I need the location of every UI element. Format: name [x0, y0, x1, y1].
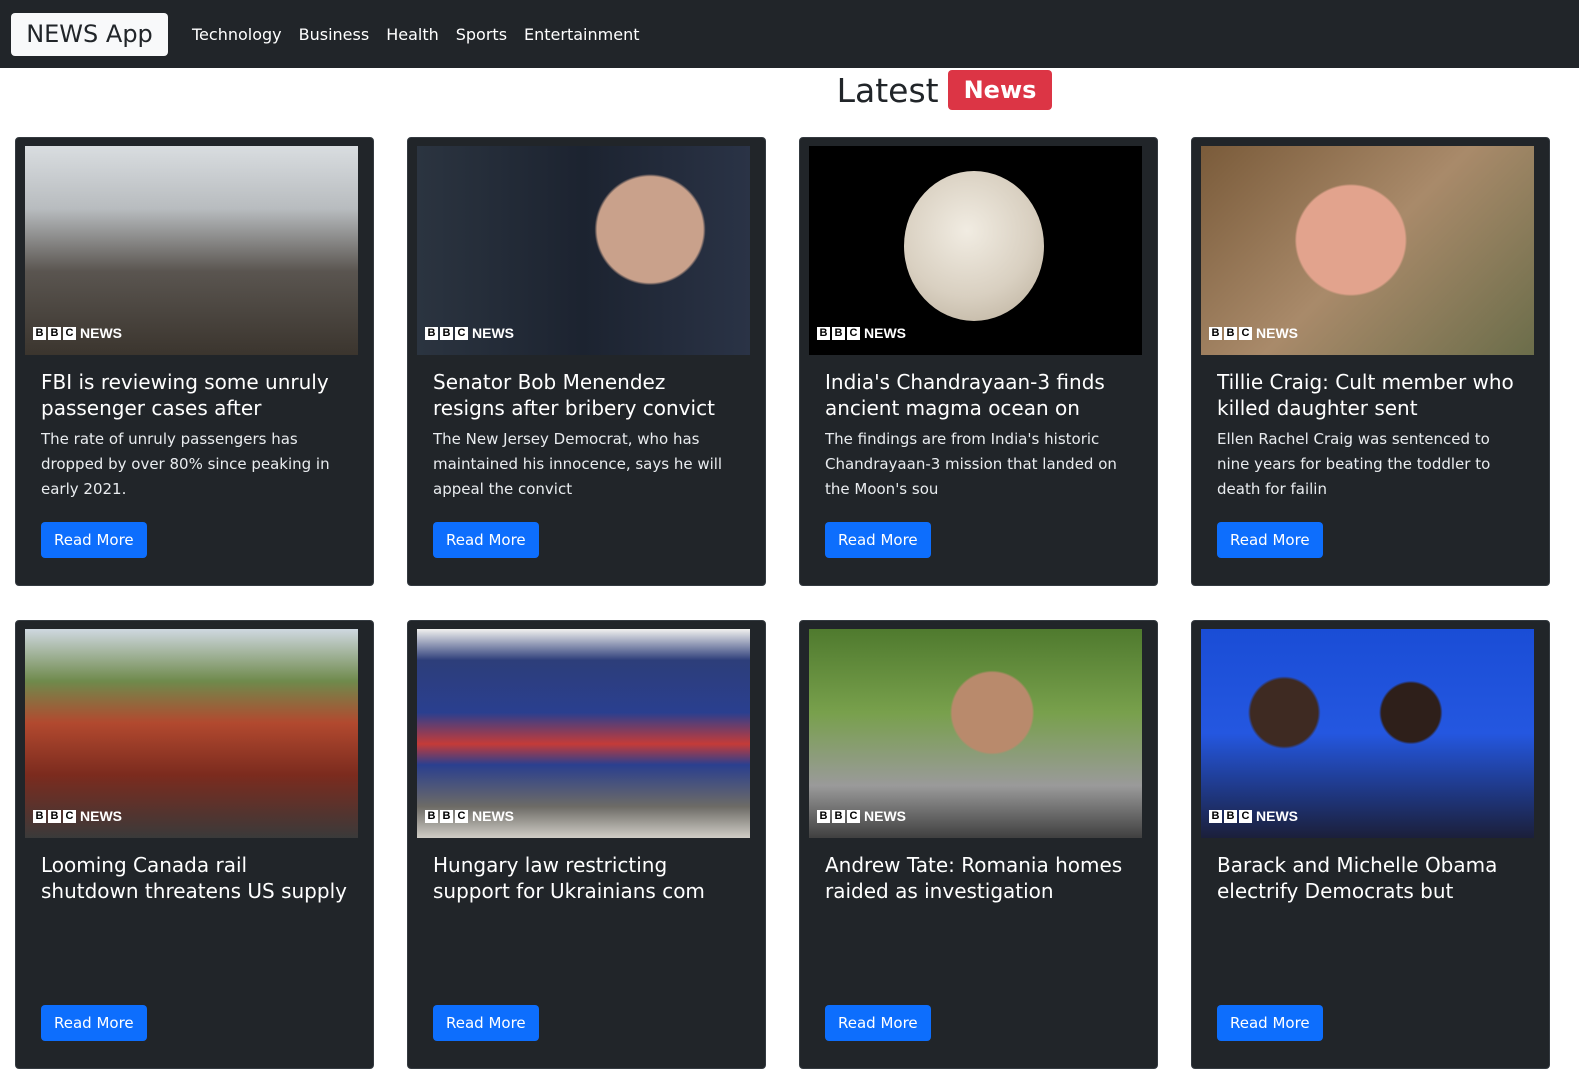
news-card-body: Looming Canada rail shutdown threatens U… — [24, 838, 365, 1041]
news-card-title: Looming Canada rail shutdown threatens U… — [41, 853, 347, 903]
news-card-title: Barack and Michelle Obama electrify Demo… — [1217, 853, 1498, 903]
news-card: B B C NEWS FBI is reviewing some unruly … — [15, 137, 374, 586]
nav-link-sports[interactable]: Sports — [456, 25, 507, 44]
news-card-title: Tillie Craig: Cult member who killed dau… — [1217, 370, 1514, 420]
news-card-image: B B C NEWS — [1201, 629, 1534, 838]
news-card-body: Hungary law restricting support for Ukra… — [416, 838, 757, 1041]
brand-logo-link[interactable]: NEWS App — [11, 12, 168, 56]
news-card-description: Ellen Rachel Craig was sentenced to nine… — [1217, 430, 1491, 498]
news-card: B B C NEWS Tillie Craig: Cult member who… — [1191, 137, 1550, 586]
page-heading: Latest News — [0, 68, 1579, 112]
nav-links: Technology Business Health Sports Entert… — [192, 25, 656, 44]
news-card-title: Hungary law restricting support for Ukra… — [433, 853, 705, 903]
news-card-image: B B C NEWS — [417, 146, 750, 355]
moon-shape — [904, 171, 1044, 321]
news-card-body: FBI is reviewing some unruly passenger c… — [24, 355, 365, 558]
news-card-body: Senator Bob Menendez resigns after bribe… — [416, 355, 757, 558]
news-card-image: B B C NEWS — [417, 629, 750, 838]
news-card-description — [1217, 910, 1524, 985]
top-navbar: NEWS App Technology Business Health Spor… — [0, 0, 1579, 68]
read-more-button[interactable]: Read More — [41, 522, 147, 558]
read-more-button[interactable]: Read More — [1217, 1005, 1323, 1041]
nav-link-technology[interactable]: Technology — [192, 25, 282, 44]
news-card-body: Tillie Craig: Cult member who killed dau… — [1200, 355, 1541, 558]
read-more-button[interactable]: Read More — [41, 1005, 147, 1041]
read-more-button[interactable]: Read More — [1217, 522, 1323, 558]
news-card-body: Barack and Michelle Obama electrify Demo… — [1200, 838, 1541, 1041]
bbc-news-logo: B B C NEWS — [1209, 325, 1298, 341]
bbc-news-logo: B B C NEWS — [425, 325, 514, 341]
news-card: B B C NEWS India's Chandrayaan-3 finds a… — [799, 137, 1158, 586]
news-card-image: B B C NEWS — [25, 629, 358, 838]
read-more-button[interactable]: Read More — [433, 1005, 539, 1041]
page-title: Latest — [836, 70, 939, 110]
bbc-news-logo: B B C NEWS — [817, 325, 906, 341]
news-card-description: The New Jersey Democrat, who has maintai… — [433, 430, 723, 498]
read-more-button[interactable]: Read More — [825, 1005, 931, 1041]
news-card-body: Andrew Tate: Romania homes raided as inv… — [808, 838, 1149, 1041]
news-card-image: B B C NEWS — [809, 629, 1142, 838]
read-more-button[interactable]: Read More — [433, 522, 539, 558]
bbc-news-logo: B B C NEWS — [1209, 808, 1298, 824]
news-grid: B B C NEWS FBI is reviewing some unruly … — [15, 137, 1550, 1069]
news-card-image: B B C NEWS — [809, 146, 1142, 355]
news-card-title: Senator Bob Menendez resigns after bribe… — [433, 370, 715, 420]
bbc-news-logo: B B C NEWS — [33, 808, 122, 824]
news-card-description — [433, 910, 740, 985]
news-card-description — [41, 910, 348, 985]
news-card: B B C NEWS Senator Bob Menendez resigns … — [407, 137, 766, 586]
news-card-title: FBI is reviewing some unruly passenger c… — [41, 370, 329, 420]
news-card: B B C NEWS Hungary law restricting suppo… — [407, 620, 766, 1069]
news-card: B B C NEWS Andrew Tate: Romania homes ra… — [799, 620, 1158, 1069]
news-card-description — [825, 910, 1132, 985]
news-card-image: B B C NEWS — [1201, 146, 1534, 355]
news-badge: News — [947, 70, 1053, 110]
bbc-news-logo: B B C NEWS — [817, 808, 906, 824]
news-card-image: B B C NEWS — [25, 146, 358, 355]
bbc-news-logo: B B C NEWS — [425, 808, 514, 824]
read-more-button[interactable]: Read More — [825, 522, 931, 558]
nav-link-business[interactable]: Business — [299, 25, 370, 44]
news-card-body: India's Chandrayaan-3 finds ancient magm… — [808, 355, 1149, 558]
news-card: B B C NEWS Barack and Michelle Obama ele… — [1191, 620, 1550, 1069]
news-card: B B C NEWS Looming Canada rail shutdown … — [15, 620, 374, 1069]
news-card-title: Andrew Tate: Romania homes raided as inv… — [825, 853, 1123, 903]
news-card-description: The findings are from India's historic C… — [825, 430, 1117, 498]
bbc-news-logo: B B C NEWS — [33, 325, 122, 341]
news-card-title: India's Chandrayaan-3 finds ancient magm… — [825, 370, 1105, 420]
news-card-description: The rate of unruly passengers has droppe… — [41, 430, 330, 498]
nav-link-health[interactable]: Health — [386, 25, 439, 44]
nav-link-entertainment[interactable]: Entertainment — [524, 25, 639, 44]
